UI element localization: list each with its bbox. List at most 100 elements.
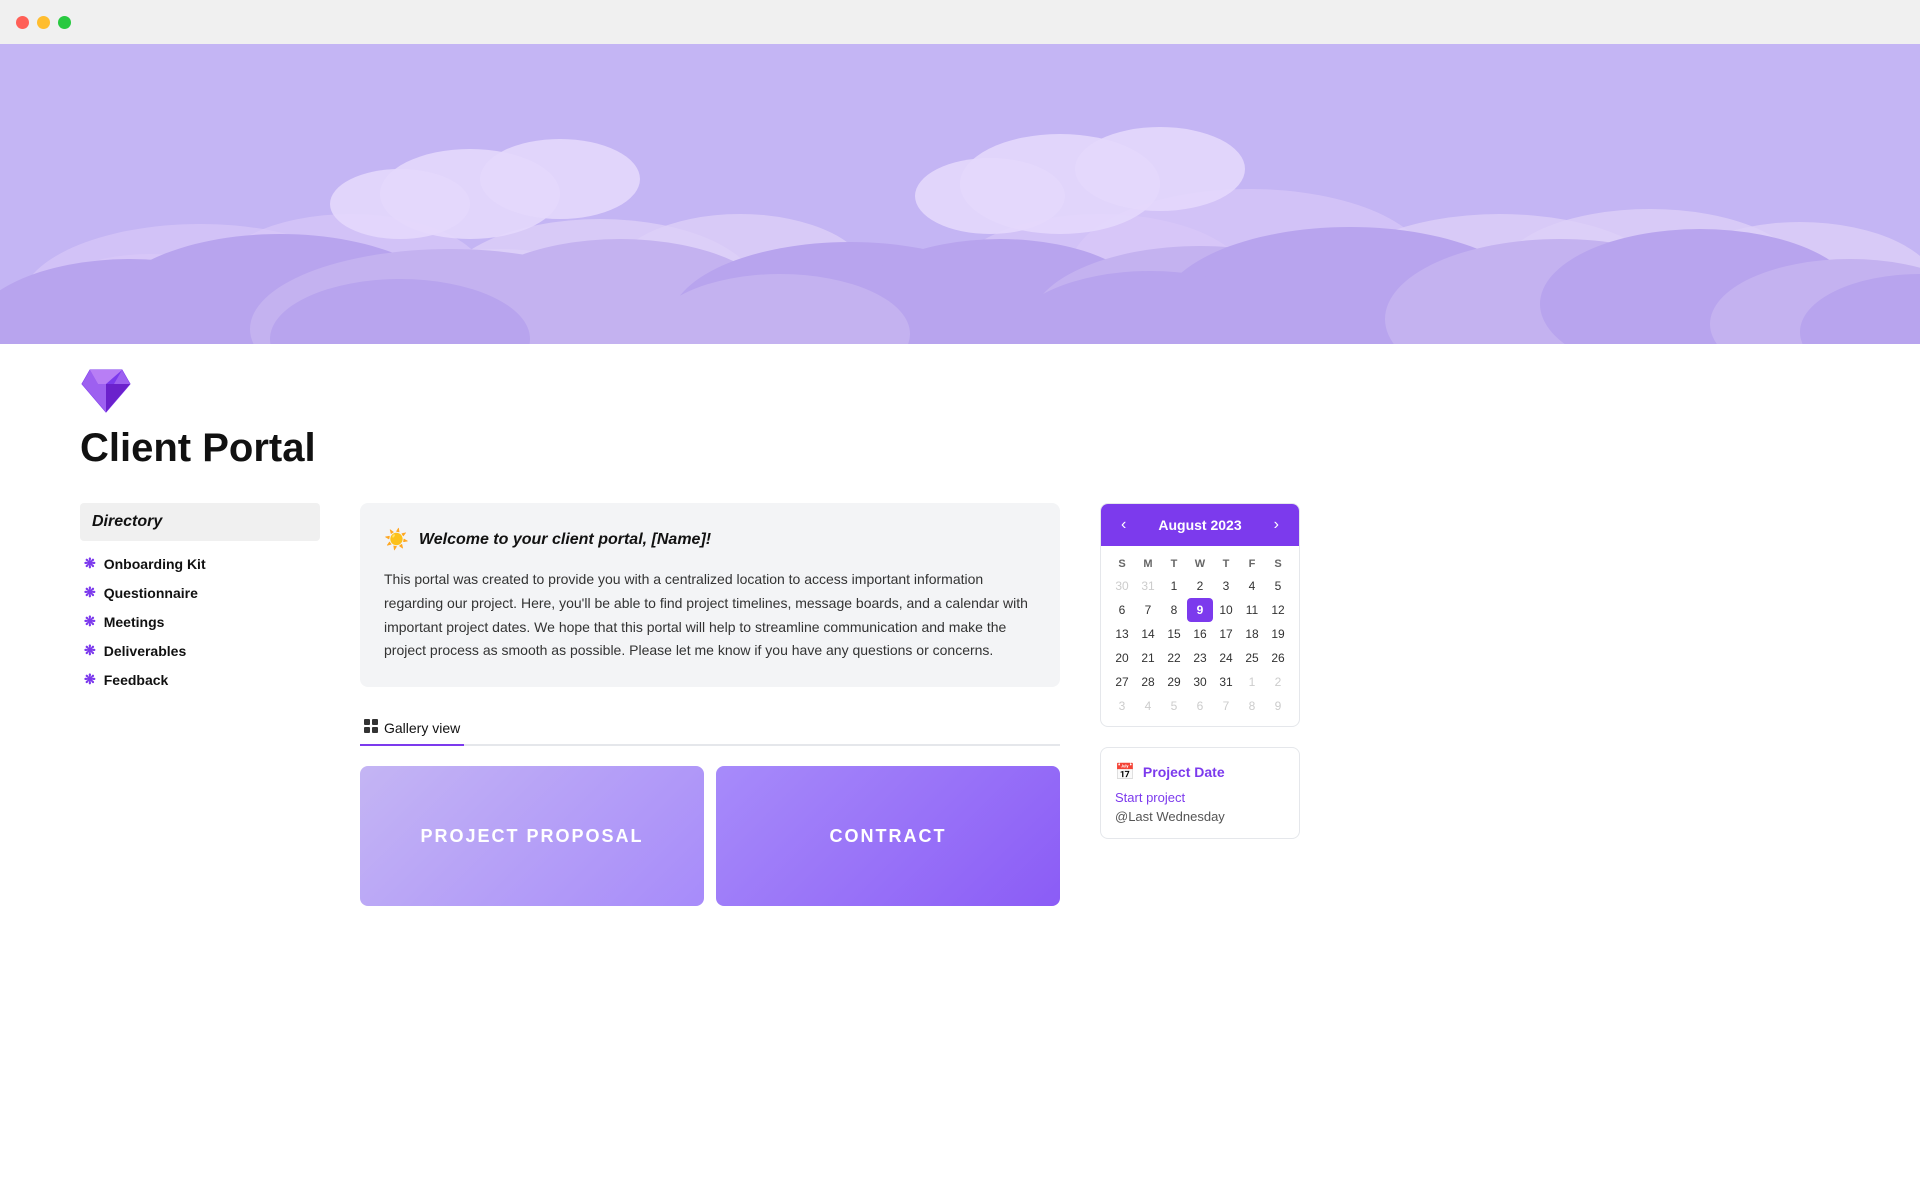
- right-sidebar: ‹ August 2023 › SMTWTFS 3031123456789101…: [1100, 503, 1300, 906]
- calendar-day[interactable]: 24: [1213, 646, 1239, 670]
- calendar-day[interactable]: 8: [1161, 598, 1187, 622]
- calendar-prev-button[interactable]: ‹: [1115, 514, 1132, 536]
- directory-item-label: Deliverables: [104, 643, 187, 659]
- directory-item[interactable]: ❋Questionnaire: [80, 578, 320, 607]
- calendar-day[interactable]: 9: [1187, 598, 1213, 622]
- flower-icon: ❋: [84, 642, 96, 659]
- calendar-day[interactable]: 20: [1109, 646, 1135, 670]
- calendar-day-header: S: [1109, 554, 1135, 574]
- calendar-day[interactable]: 16: [1187, 622, 1213, 646]
- calendar-day[interactable]: 9: [1265, 694, 1291, 718]
- left-sidebar: Directory ❋Onboarding Kit❋Questionnaire❋…: [80, 503, 320, 906]
- calendar-day[interactable]: 3: [1109, 694, 1135, 718]
- calendar-day-header: T: [1213, 554, 1239, 574]
- calendar-day[interactable]: 30: [1187, 670, 1213, 694]
- calendar-day[interactable]: 1: [1239, 670, 1265, 694]
- sun-icon: ☀️: [384, 527, 409, 552]
- calendar-day[interactable]: 27: [1109, 670, 1135, 694]
- contract-label: CONTRACT: [830, 826, 947, 847]
- calendar-day[interactable]: 8: [1239, 694, 1265, 718]
- titlebar: [0, 0, 1920, 44]
- directory-item-label: Onboarding Kit: [104, 556, 206, 572]
- calendar-day[interactable]: 12: [1265, 598, 1291, 622]
- page-title: Client Portal: [0, 426, 1920, 471]
- calendar-day[interactable]: 10: [1213, 598, 1239, 622]
- maximize-button[interactable]: [58, 16, 71, 29]
- calendar-week-row: 272829303112: [1109, 670, 1291, 694]
- calendar-next-button[interactable]: ›: [1268, 514, 1285, 536]
- project-date-widget: 📅 Project Date Start project @Last Wedne…: [1100, 747, 1300, 839]
- flower-icon: ❋: [84, 613, 96, 630]
- clouds-svg: [0, 104, 1920, 344]
- calendar-day[interactable]: 4: [1239, 574, 1265, 598]
- calendar-day[interactable]: 31: [1213, 670, 1239, 694]
- minimize-button[interactable]: [37, 16, 50, 29]
- calendar-week-row: 303112345: [1109, 574, 1291, 598]
- directory-item[interactable]: ❋Feedback: [80, 665, 320, 694]
- gallery-card-proposal[interactable]: PROJECT PROPOSAL: [360, 766, 704, 906]
- diamond-icon: [80, 372, 132, 425]
- calendar-day[interactable]: 18: [1239, 622, 1265, 646]
- gallery-tab-label: Gallery view: [384, 720, 460, 736]
- welcome-body: This portal was created to provide you w…: [384, 568, 1036, 663]
- calendar-day[interactable]: 26: [1265, 646, 1291, 670]
- project-date-value: @Last Wednesday: [1115, 809, 1285, 824]
- directory-item-label: Meetings: [104, 614, 165, 630]
- calendar-grid: SMTWTFS 30311234567891011121314151617181…: [1101, 546, 1299, 726]
- calendar-day[interactable]: 2: [1187, 574, 1213, 598]
- calendar-day[interactable]: 4: [1135, 694, 1161, 718]
- calendar-day[interactable]: 17: [1213, 622, 1239, 646]
- project-date-title: Project Date: [1143, 764, 1225, 780]
- calendar-day[interactable]: 31: [1135, 574, 1161, 598]
- directory-item[interactable]: ❋ Onboarding Kit: [80, 549, 320, 578]
- calendar-day-header: W: [1187, 554, 1213, 574]
- gallery-tab[interactable]: Gallery view: [360, 711, 464, 746]
- calendar-day-header: M: [1135, 554, 1161, 574]
- project-date-header: 📅 Project Date: [1115, 762, 1285, 782]
- gallery-grid: PROJECT PROPOSAL CONTRACT: [360, 766, 1060, 906]
- main-layout: Directory ❋Onboarding Kit❋Questionnaire❋…: [0, 503, 1920, 906]
- grid-icon: [364, 719, 378, 736]
- calendar-weeks: 3031123456789101112131415161718192021222…: [1109, 574, 1291, 718]
- calendar-day[interactable]: 30: [1109, 574, 1135, 598]
- calendar-week-row: 6789101112: [1109, 598, 1291, 622]
- calendar-day[interactable]: 23: [1187, 646, 1213, 670]
- flower-icon: ❋: [84, 555, 96, 572]
- calendar-day[interactable]: 11: [1239, 598, 1265, 622]
- calendar-day-headers: SMTWTFS: [1109, 554, 1291, 574]
- calendar-day-header: S: [1265, 554, 1291, 574]
- calendar-day-header: F: [1239, 554, 1265, 574]
- page-content: Client Portal Directory ❋Onboarding Kit❋…: [0, 44, 1920, 906]
- directory-item[interactable]: ❋ Meetings: [80, 607, 320, 636]
- directory-item[interactable]: ❋ Deliverables: [80, 636, 320, 665]
- calendar-day[interactable]: 6: [1187, 694, 1213, 718]
- calendar-week-row: 20212223242526: [1109, 646, 1291, 670]
- calendar-day[interactable]: 15: [1161, 622, 1187, 646]
- calendar-day[interactable]: 3: [1213, 574, 1239, 598]
- calendar-day[interactable]: 14: [1135, 622, 1161, 646]
- calendar-day[interactable]: 28: [1135, 670, 1161, 694]
- calendar-day[interactable]: 1: [1161, 574, 1187, 598]
- calendar-day[interactable]: 6: [1109, 598, 1135, 622]
- calendar-widget: ‹ August 2023 › SMTWTFS 3031123456789101…: [1100, 503, 1300, 727]
- calendar-day[interactable]: 5: [1161, 694, 1187, 718]
- calendar-month-year: August 2023: [1158, 517, 1241, 533]
- calendar-day[interactable]: 29: [1161, 670, 1187, 694]
- welcome-box: ☀️ Welcome to your client portal, [Name]…: [360, 503, 1060, 687]
- calendar-day[interactable]: 13: [1109, 622, 1135, 646]
- calendar-day[interactable]: 25: [1239, 646, 1265, 670]
- calendar-day[interactable]: 19: [1265, 622, 1291, 646]
- calendar-day[interactable]: 21: [1135, 646, 1161, 670]
- calendar-day[interactable]: 7: [1135, 598, 1161, 622]
- gallery-card-contract[interactable]: CONTRACT: [716, 766, 1060, 906]
- calendar-day[interactable]: 7: [1213, 694, 1239, 718]
- calendar-week-row: 3456789: [1109, 694, 1291, 718]
- welcome-header: ☀️ Welcome to your client portal, [Name]…: [384, 527, 1036, 552]
- close-button[interactable]: [16, 16, 29, 29]
- welcome-title: Welcome to your client portal, [Name]!: [419, 531, 711, 549]
- project-date-start-label: Start project: [1115, 790, 1285, 805]
- directory-list: ❋ Onboarding Kit ❋Questionnaire ❋ Meetings ❋ D…: [80, 549, 320, 694]
- calendar-day[interactable]: 5: [1265, 574, 1291, 598]
- calendar-day[interactable]: 22: [1161, 646, 1187, 670]
- calendar-day[interactable]: 2: [1265, 670, 1291, 694]
